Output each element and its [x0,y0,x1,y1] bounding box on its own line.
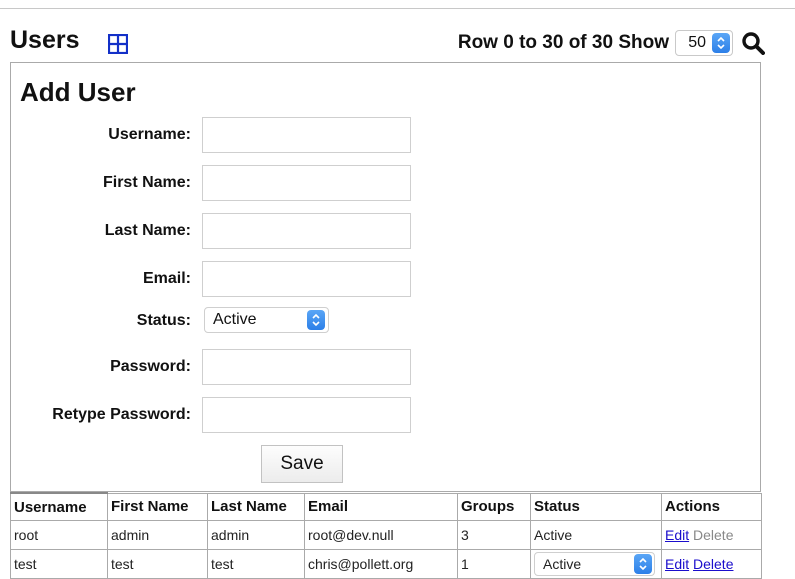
cell-groups: 1 [457,549,531,579]
email-label: Email: [142,270,191,287]
rows-per-page-value: 50 [688,34,706,51]
table-row: root admin admin root@dev.null 3 Active … [10,520,762,550]
column-header[interactable]: Email [304,492,458,521]
last-name-input[interactable] [202,213,411,249]
delete-link[interactable]: Delete [693,556,733,572]
status-row: Status: Active [11,303,431,339]
add-grid-icon[interactable] [108,34,128,54]
retype-password-label: Retype Password: [52,406,191,423]
cell-groups: 3 [457,520,531,550]
password-input[interactable] [202,349,411,385]
pager: Row 0 to 30 of 30 Show 50 [458,28,765,58]
username-row: Username: [11,117,431,153]
cell-actions: Edit Delete [661,520,762,550]
column-header: Actions [661,492,762,521]
status-select[interactable]: Active [204,307,329,333]
cell-actions: Edit Delete [661,549,762,579]
cell-username: test [10,549,108,579]
last-name-label: Last Name: [104,222,191,239]
users-table: Username First Name Last Name Email Grou… [10,492,762,579]
cell-status: Active [530,520,662,550]
column-header[interactable]: Username [10,492,108,521]
select-arrows-icon [307,310,325,330]
cell-username: root [10,520,108,550]
cell-email: chris@pollett.org [304,549,458,579]
cell-last-name: test [207,549,305,579]
status-label: Status: [136,312,191,329]
add-user-panel: Add User Username: First Name: Last Name… [10,62,761,492]
password-label: Password: [110,358,191,375]
rows-per-page-select[interactable]: 50 [675,30,733,56]
cell-first-name: admin [107,520,208,550]
table-row: test test test chris@pollett.org 1 Activ… [10,549,762,579]
username-label: Username: [108,126,191,143]
last-name-row: Last Name: [11,213,431,249]
email-row: Email: [11,261,431,297]
edit-link[interactable]: Edit [665,527,689,543]
password-row: Password: [11,349,431,385]
column-header[interactable]: Last Name [207,492,305,521]
cell-status: Active [530,549,662,579]
cell-email: root@dev.null [304,520,458,550]
select-arrows-icon [712,33,730,53]
status-select-value: Active [213,311,257,328]
table-header-row: Username First Name Last Name Email Grou… [10,492,762,521]
first-name-label: First Name: [102,174,191,191]
column-header[interactable]: First Name [107,492,208,521]
page-title: Users [10,26,80,54]
email-input[interactable] [202,261,411,297]
retype-password-input[interactable] [202,397,411,433]
column-header[interactable]: Status [530,492,662,521]
username-input[interactable] [202,117,411,153]
save-button[interactable]: Save [261,445,343,483]
search-icon[interactable] [741,31,765,55]
cell-last-name: admin [207,520,305,550]
header-bar: Users Row 0 to 30 of 30 Show 50 [10,24,765,60]
cell-first-name: test [107,549,208,579]
pager-text: Row 0 to 30 of 30 Show [457,32,669,53]
row-status-value: Active [543,556,582,572]
retype-password-row: Retype Password: [11,397,431,433]
delete-disabled: Delete [693,527,734,543]
select-arrows-icon [634,554,652,574]
row-status-select[interactable]: Active [534,552,655,576]
column-header[interactable]: Groups [457,492,531,521]
first-name-input[interactable] [202,165,411,201]
edit-link[interactable]: Edit [665,556,689,572]
form-title: Add User [20,77,136,107]
top-divider [0,8,795,9]
first-name-row: First Name: [11,165,431,201]
